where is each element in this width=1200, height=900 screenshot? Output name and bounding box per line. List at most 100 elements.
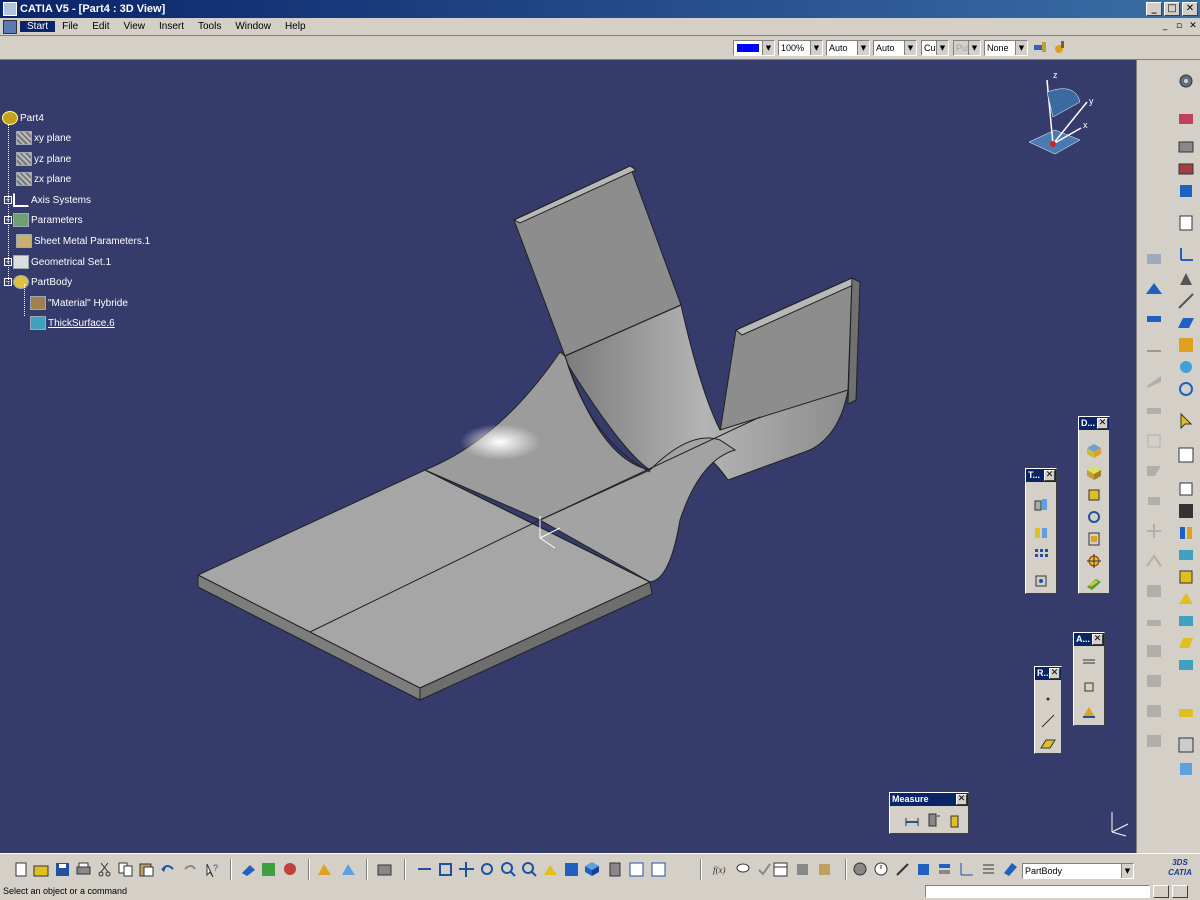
cube-icon[interactable] — [1086, 443, 1102, 459]
axis-tool-icon[interactable] — [958, 861, 975, 878]
symmetry-icon[interactable] — [1033, 525, 1049, 541]
design-table-icon[interactable] — [816, 861, 833, 878]
line-icon[interactable] — [1177, 292, 1195, 310]
close-icon[interactable]: ✕ — [1097, 418, 1108, 429]
corner-relief-icon[interactable] — [1145, 462, 1163, 480]
sketcher-icon[interactable] — [240, 861, 257, 878]
fly-mode-icon[interactable] — [416, 861, 433, 878]
flag-note-icon[interactable] — [1081, 703, 1097, 719]
zoom-in-icon[interactable] — [500, 861, 517, 878]
collapse-icon[interactable]: − — [4, 278, 12, 286]
multi-view-icon[interactable] — [563, 861, 580, 878]
thick-surface-icon[interactable] — [1177, 546, 1195, 564]
save-icon[interactable] — [54, 861, 71, 878]
define-in-work-object-icon[interactable] — [1002, 861, 1019, 878]
plane-icon[interactable] — [1177, 314, 1195, 332]
compass[interactable]: z y x — [1025, 70, 1105, 162]
sheet-metal-parameters-icon[interactable] — [1177, 110, 1195, 128]
bridge-icon[interactable] — [1145, 612, 1163, 630]
tree-item-material[interactable]: "Material" Hybride — [30, 295, 128, 311]
point-icon[interactable] — [1040, 691, 1056, 707]
law-icon[interactable] — [794, 861, 811, 878]
plane-icon[interactable] — [1040, 735, 1056, 751]
rib-icon[interactable] — [1145, 552, 1163, 570]
cutout-icon[interactable] — [1145, 432, 1163, 450]
tree-item-axis-systems[interactable]: + Axis Systems — [4, 192, 91, 208]
rule-icon[interactable] — [340, 861, 357, 878]
apply-material-icon[interactable] — [1052, 39, 1068, 55]
shell-icon[interactable] — [1177, 704, 1195, 722]
dowel-icon[interactable] — [1145, 702, 1163, 720]
chevron-down-icon[interactable]: ▼ — [810, 41, 822, 55]
floating-toolbar-a-title[interactable]: A... ✕ — [1074, 633, 1104, 646]
close-icon[interactable]: ✕ — [1044, 470, 1055, 481]
unfold-icon[interactable] — [1145, 372, 1163, 390]
rotate-icon[interactable] — [479, 861, 496, 878]
comment-icon[interactable] — [735, 861, 752, 878]
layer-select[interactable]: None ▼ — [984, 40, 1028, 56]
point-icon[interactable] — [1177, 270, 1195, 288]
menu-start[interactable]: Start — [20, 21, 56, 32]
fold-icon[interactable] — [1145, 402, 1163, 420]
measure-between-icon[interactable] — [904, 812, 920, 828]
analysis-icon[interactable] — [1177, 736, 1195, 754]
swap-visible-space-icon[interactable] — [650, 861, 667, 878]
command-input[interactable] — [925, 885, 1150, 898]
product-icon[interactable] — [376, 861, 393, 878]
texture-icon[interactable] — [1177, 336, 1195, 354]
close-icon[interactable]: ✕ — [956, 794, 967, 805]
floating-toolbar-a[interactable]: A... ✕ — [1073, 632, 1105, 726]
sew-surface-icon[interactable] — [1177, 590, 1195, 608]
fit-all-icon[interactable] — [437, 861, 454, 878]
shading-icon[interactable] — [607, 861, 624, 878]
status-button-1[interactable] — [1153, 885, 1169, 898]
louver-icon[interactable] — [1145, 582, 1163, 600]
document-close-button[interactable]: ✕ — [1186, 21, 1200, 33]
close-icon[interactable]: ✕ — [1092, 634, 1103, 645]
menu-tools[interactable]: Tools — [191, 21, 228, 32]
status-button-2[interactable] — [1172, 885, 1188, 898]
wall-icon[interactable] — [1145, 250, 1163, 268]
rotate-icon[interactable] — [1086, 509, 1102, 525]
sketch-icon[interactable] — [1177, 446, 1195, 464]
mirror-icon[interactable] — [1177, 760, 1195, 778]
catia-app-icon[interactable] — [3, 2, 17, 16]
tree-item-part4[interactable]: Part4 — [2, 110, 44, 126]
split-icon[interactable] — [1177, 524, 1195, 542]
formula-icon[interactable] — [316, 861, 333, 878]
flanged-cutout-icon[interactable] — [1145, 642, 1163, 660]
menu-file[interactable]: File — [55, 21, 85, 32]
normal-view-icon[interactable] — [542, 861, 559, 878]
current-body-select[interactable]: PartBody ▼ — [1022, 863, 1134, 879]
measure-item-icon[interactable] — [926, 812, 942, 828]
document-restore-button[interactable]: ▫ — [1172, 21, 1186, 33]
tree-item-partbody[interactable]: − PartBody — [4, 274, 72, 290]
draft-icon[interactable] — [1177, 656, 1195, 674]
maximize-button[interactable]: □ — [1164, 2, 1180, 16]
rotate-view-icon[interactable] — [1177, 380, 1195, 398]
frame-icon[interactable] — [1086, 531, 1102, 547]
tree-item-xy-plane[interactable]: xy plane — [16, 130, 71, 146]
undo-icon[interactable] — [159, 861, 176, 878]
new-file-icon[interactable] — [13, 861, 30, 878]
close-icon[interactable]: ✕ — [1049, 668, 1060, 679]
translate-icon[interactable] — [1033, 497, 1049, 513]
line-thickness-select[interactable]: Auto ▼ — [826, 40, 870, 56]
line-type-select[interactable]: Auto ▼ — [873, 40, 917, 56]
tree-item-yz-plane[interactable]: yz plane — [16, 151, 71, 167]
table-icon[interactable] — [772, 861, 789, 878]
surface-stamp-icon[interactable] — [1145, 732, 1163, 750]
box-icon[interactable] — [1086, 487, 1102, 503]
iso-view-icon[interactable] — [584, 861, 601, 878]
bend-icon[interactable] — [1145, 342, 1163, 360]
wall-on-edge-icon[interactable] — [1177, 160, 1195, 178]
cut-icon[interactable] — [96, 861, 113, 878]
chevron-down-icon[interactable]: ▼ — [1121, 864, 1133, 878]
sheet-metal-part[interactable] — [0, 60, 1136, 853]
layer-stack-icon[interactable] — [936, 861, 953, 878]
painter-icon[interactable] — [1032, 39, 1048, 55]
check-icon[interactable] — [756, 861, 773, 878]
close-surface-icon[interactable] — [1177, 568, 1195, 586]
cross-icon[interactable] — [1145, 522, 1163, 540]
target-icon[interactable] — [1086, 553, 1102, 569]
